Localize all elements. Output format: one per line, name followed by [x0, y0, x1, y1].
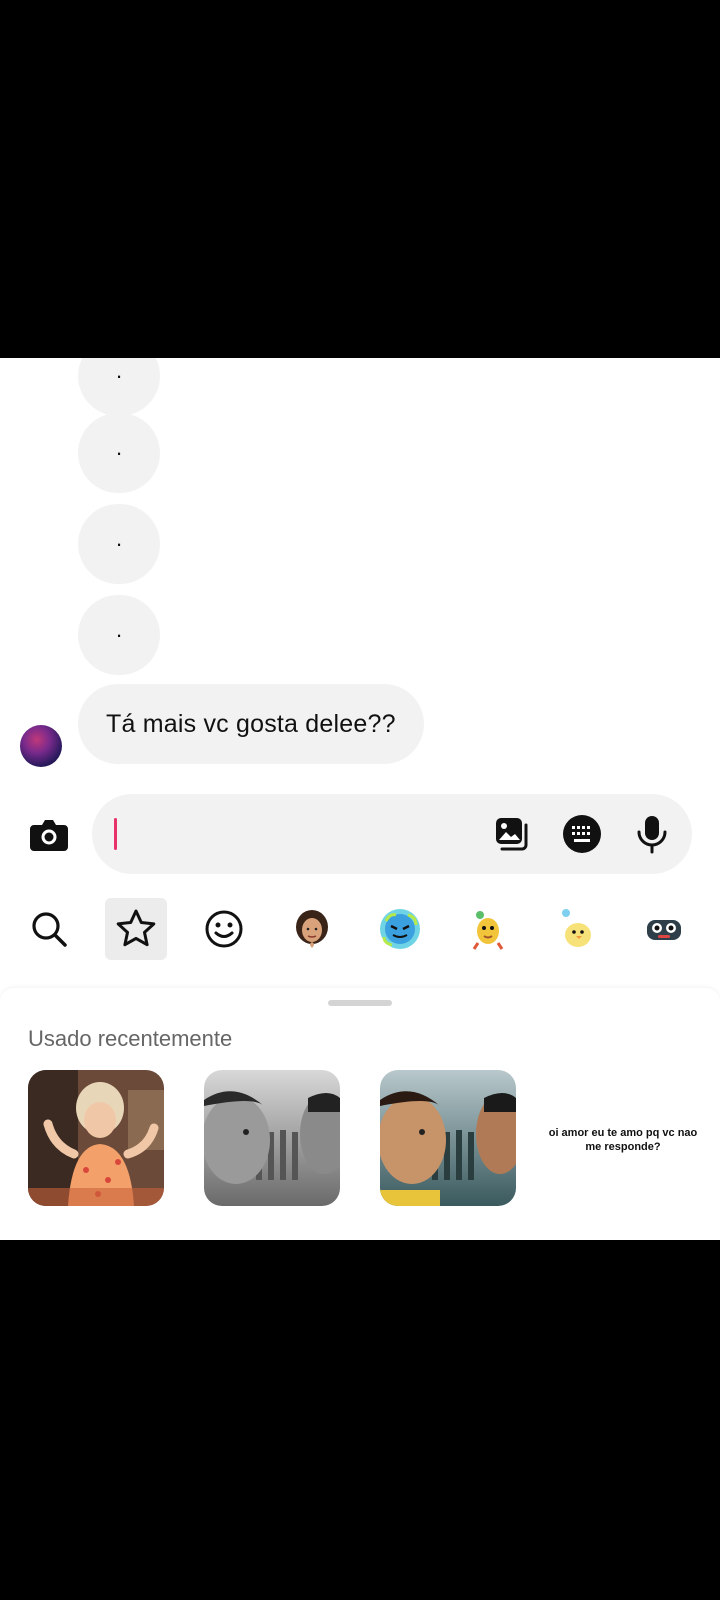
face-off-meme-color-sticker-image	[380, 1070, 516, 1206]
tab-emoji[interactable]	[193, 898, 255, 960]
sender-avatar[interactable]	[20, 725, 62, 767]
tab-sticker-pack[interactable]	[457, 898, 519, 960]
tab-sticker-pack[interactable]	[369, 898, 431, 960]
star-icon	[116, 909, 156, 947]
keyboard-icon	[563, 815, 601, 853]
message-bubble[interactable]: .	[78, 413, 160, 493]
camera-icon	[30, 820, 68, 851]
recent-sticker[interactable]	[204, 1070, 340, 1206]
chick-sticker-icon	[562, 909, 591, 947]
person-avatar-icon	[296, 910, 328, 948]
girl-meme-sticker-image	[28, 1070, 164, 1206]
text-caret	[114, 818, 117, 850]
message-bubble[interactable]: .	[78, 595, 160, 675]
bottom-letterbox	[0, 1240, 720, 1600]
camera-button[interactable]	[28, 814, 70, 856]
message-text: .	[115, 358, 123, 383]
tab-sticker-pack[interactable]	[633, 898, 695, 960]
tab-sticker-pack[interactable]	[545, 898, 607, 960]
message-text: .	[115, 617, 123, 642]
message-text: Tá mais vc gosta delee??	[106, 709, 396, 738]
drag-handle[interactable]	[328, 1000, 392, 1006]
sticker-panel: Usado recentemente oi amor eu te amo pq …	[0, 988, 720, 1240]
emoji-icon	[205, 910, 243, 948]
message-bubble[interactable]: Tá mais vc gosta delee??	[78, 684, 424, 764]
keyboard-button[interactable]	[560, 812, 604, 856]
chat-screen: . . . . Tá mais vc gosta delee?? Usado r…	[0, 358, 720, 1240]
message-input[interactable]	[92, 794, 692, 874]
text-sticker[interactable]: oi amor eu te amo pq vc nao me responde?	[548, 1126, 698, 1154]
sticker-tab-bar	[0, 898, 720, 968]
recent-sticker[interactable]	[380, 1070, 516, 1206]
message-bubble[interactable]: .	[78, 358, 160, 416]
dark-creature-sticker-icon	[647, 920, 681, 940]
section-title: Usado recentemente	[28, 1026, 233, 1051]
gallery-icon	[496, 818, 528, 851]
message-text: .	[115, 435, 123, 460]
message-text: .	[115, 526, 123, 551]
blue-monster-sticker-icon	[380, 909, 420, 949]
recent-sticker[interactable]	[28, 1070, 164, 1206]
gallery-button[interactable]	[490, 812, 534, 856]
tab-search[interactable]	[18, 898, 80, 960]
yellow-character-sticker-icon	[472, 911, 504, 950]
microphone-icon	[637, 816, 667, 854]
tab-favorites[interactable]	[105, 898, 167, 960]
face-off-meme-sticker-image	[204, 1070, 340, 1206]
search-icon	[32, 912, 67, 947]
microphone-button[interactable]	[630, 812, 674, 856]
top-letterbox	[0, 0, 720, 358]
tab-avatar-stickers[interactable]	[281, 898, 343, 960]
message-bubble[interactable]: .	[78, 504, 160, 584]
